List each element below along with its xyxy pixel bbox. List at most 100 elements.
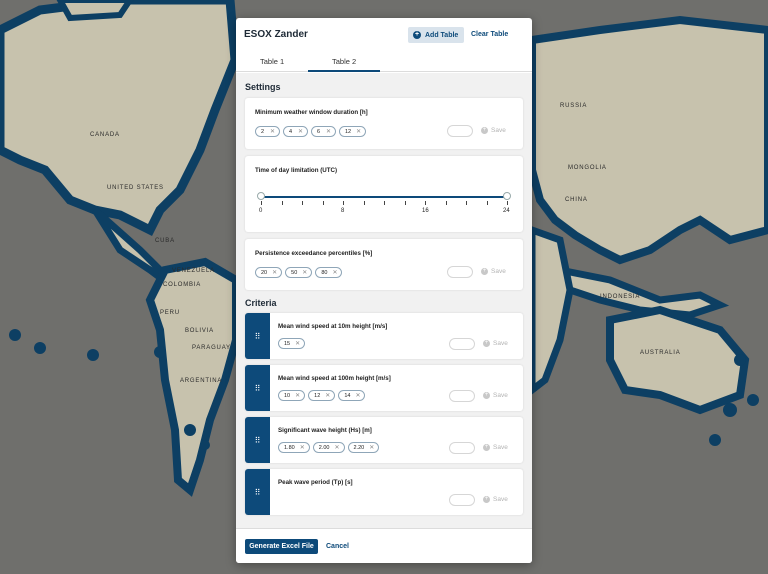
tick-label: 24 — [503, 208, 510, 214]
time-slider-start-handle[interactable] — [257, 192, 265, 200]
chip[interactable]: 2 ✕ — [255, 126, 280, 137]
persistence-input[interactable] — [447, 266, 473, 278]
map-label-canada: CANADA — [90, 132, 120, 138]
chip[interactable]: 14 ✕ — [338, 390, 366, 401]
criterion-save-button[interactable]: + Save — [483, 340, 508, 347]
criteria-heading: Criteria — [245, 298, 277, 308]
map-label-cuba: CUBA — [155, 238, 175, 244]
plus-circle-icon: + — [481, 127, 488, 134]
criterion-input[interactable] — [449, 338, 475, 350]
close-icon[interactable]: ✕ — [332, 269, 337, 276]
persistence-title: Persistence exceedance percentiles [%] — [255, 250, 373, 257]
map-label-china: CHINA — [565, 197, 588, 203]
criterion-title: Mean wind speed at 10m height [m/s] — [278, 323, 388, 330]
criterion-title: Mean wind speed at 100m height [m/s] — [278, 375, 391, 382]
criterion-card: ⠿ Peak wave period (Tp) [s] + Save — [245, 469, 523, 515]
chip[interactable]: 4 ✕ — [283, 126, 308, 137]
generate-excel-button[interactable]: Generate Excel File — [245, 539, 318, 554]
criterion-input[interactable] — [449, 442, 475, 454]
slider-tick — [384, 201, 385, 205]
chip[interactable]: 2.00 ✕ — [312, 442, 345, 453]
dialog-title: ESOX Zander — [244, 29, 308, 40]
slider-tick — [302, 201, 303, 205]
chip[interactable]: 12 ✕ — [339, 126, 367, 137]
chip[interactable]: 20 ✕ — [255, 267, 283, 278]
close-icon[interactable]: ✕ — [302, 269, 307, 276]
dialog-footer: Generate Excel File Cancel — [236, 528, 532, 563]
close-icon[interactable]: ✕ — [270, 128, 275, 135]
criterion-input[interactable] — [449, 390, 475, 402]
criterion-card: ⠿ Mean wind speed at 10m height [m/s] 15… — [245, 313, 523, 359]
criterion-chips: 15 ✕ — [278, 338, 306, 349]
close-icon[interactable]: ✕ — [369, 444, 374, 451]
close-icon[interactable]: ✕ — [295, 392, 300, 399]
criterion-save-button[interactable]: + Save — [483, 392, 508, 399]
slider-tick — [261, 201, 262, 205]
tab-table-1[interactable]: Table 1 — [260, 57, 284, 66]
chip[interactable]: 12 ✕ — [308, 390, 336, 401]
time-slider-end-handle[interactable] — [503, 192, 511, 200]
slider-tick — [466, 201, 467, 205]
tab-table-2[interactable]: Table 2 — [332, 57, 356, 66]
criterion-card: ⠿ Mean wind speed at 100m height [m/s] 1… — [245, 365, 523, 411]
slider-tick — [363, 201, 365, 205]
cancel-button[interactable]: Cancel — [326, 543, 349, 550]
active-tab-indicator — [308, 70, 380, 72]
plus-circle-icon: + — [483, 496, 490, 503]
weather-window-title: Minimum weather window duration [h] — [255, 109, 368, 116]
map-label-australia: AUSTRALIA — [640, 350, 681, 356]
time-slider-track[interactable] — [261, 196, 507, 198]
chip[interactable]: 80 ✕ — [315, 267, 343, 278]
time-of-day-title: Time of day limitation (UTC) — [255, 167, 338, 174]
close-icon[interactable]: ✕ — [298, 128, 303, 135]
close-icon[interactable]: ✕ — [356, 128, 361, 135]
slider-tick — [486, 201, 488, 205]
table-dialog: ESOX Zander + Add Table Clear Table Tabl… — [236, 18, 532, 563]
close-icon[interactable]: ✕ — [300, 444, 305, 451]
criterion-chips: 1.80 ✕ 2.00 ✕ 2.20 ✕ — [278, 442, 380, 453]
tick-label: 0 — [259, 208, 263, 214]
weather-window-save-button[interactable]: + Save — [481, 127, 506, 134]
close-icon[interactable]: ✕ — [272, 269, 277, 276]
map-label-russia: RUSSIA — [560, 103, 588, 109]
close-icon[interactable]: ✕ — [295, 340, 300, 347]
add-table-button[interactable]: + Add Table — [408, 27, 464, 43]
slider-tick — [404, 201, 406, 205]
drag-handle-icon[interactable]: ⠿ — [245, 417, 270, 463]
close-icon[interactable]: ✕ — [334, 444, 339, 451]
dialog-header: ESOX Zander + Add Table Clear Table — [236, 18, 532, 50]
drag-handle-icon[interactable]: ⠿ — [245, 365, 270, 411]
persistence-save-button[interactable]: + Save — [481, 268, 506, 275]
tick-label: 8 — [341, 208, 345, 214]
weather-window-chips: 2 ✕ 4 ✕ 6 ✕ 12 ✕ — [255, 126, 367, 137]
drag-handle-icon[interactable]: ⠿ — [245, 469, 270, 515]
clear-table-button[interactable]: Clear Table — [471, 31, 508, 38]
persistence-chips: 20 ✕ 50 ✕ 80 ✕ — [255, 267, 343, 278]
time-of-day-card: Time of day limitation (UTC) 0 8 16 24 — [245, 156, 523, 232]
table-tabs: Table 1 Table 2 — [236, 50, 532, 72]
criterion-save-button[interactable]: + Save — [483, 444, 508, 451]
close-icon[interactable]: ✕ — [325, 392, 330, 399]
chip[interactable]: 50 ✕ — [285, 267, 313, 278]
plus-circle-icon: + — [481, 268, 488, 275]
chip[interactable]: 6 ✕ — [311, 126, 336, 137]
drag-handle-icon[interactable]: ⠿ — [245, 313, 270, 359]
chip[interactable]: 2.20 ✕ — [347, 442, 380, 453]
criterion-input[interactable] — [449, 494, 475, 506]
weather-window-input[interactable] — [447, 125, 473, 137]
map-label-venezuela: VENEZUELA — [172, 268, 215, 274]
chip[interactable]: 1.80 ✕ — [278, 442, 310, 453]
chip[interactable]: 15 ✕ — [278, 338, 306, 349]
slider-tick — [425, 201, 426, 205]
add-table-label: Add Table — [425, 31, 459, 39]
settings-heading: Settings — [245, 82, 281, 92]
weather-window-card: Minimum weather window duration [h] 2 ✕ 4… — [245, 98, 523, 149]
slider-tick — [322, 201, 324, 205]
criterion-save-button[interactable]: + Save — [483, 496, 508, 503]
criterion-chips: 10 ✕ 12 ✕ 14 ✕ — [278, 390, 366, 401]
map-label-indonesia: INDONESIA — [600, 294, 641, 300]
chip[interactable]: 10 ✕ — [278, 390, 306, 401]
close-icon[interactable]: ✕ — [355, 392, 360, 399]
dialog-body: Settings Minimum weather window duration… — [236, 73, 532, 528]
close-icon[interactable]: ✕ — [326, 128, 331, 135]
